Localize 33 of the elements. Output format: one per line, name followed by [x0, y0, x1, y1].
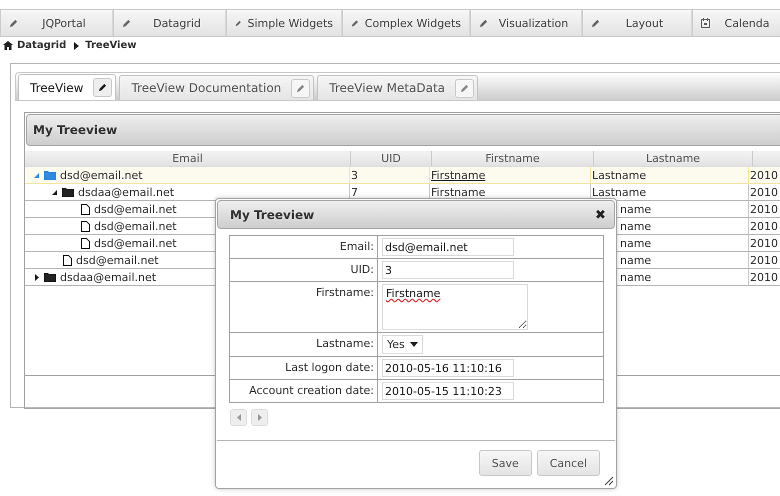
email-text: dsdaa@email.net	[78, 186, 174, 198]
dialog-title: My Treeview	[230, 208, 314, 222]
email-text: dsd@email.net	[94, 220, 177, 232]
date-text: 2010	[750, 254, 778, 266]
lastname-text: Lastname	[592, 168, 646, 182]
email-text: dsd@email.net	[60, 168, 143, 182]
email-text: dsd@email.net	[76, 254, 159, 266]
grid-title: My Treeview	[26, 114, 780, 146]
date-text: 2010	[750, 168, 778, 182]
field-label: UID:	[230, 259, 378, 281]
field-label: Firstname:	[230, 282, 378, 332]
uid-text: 3	[351, 168, 358, 182]
email-text: dsd@email.net	[94, 236, 177, 250]
lastname-text: name	[620, 236, 652, 250]
lastname-text: name	[620, 254, 652, 266]
field-label: Email:	[230, 236, 378, 258]
firstname-text: Firstname	[431, 186, 486, 198]
email-text: dsdaa@email.net	[60, 270, 156, 284]
lastname-text: name	[620, 220, 652, 232]
lastname-text: Lastname	[592, 186, 646, 198]
field-label: Last logon date:	[230, 357, 378, 379]
date-text: 2010	[750, 186, 778, 198]
field-label: Lastname:	[230, 333, 378, 356]
email-text: dsd@email.net	[94, 202, 177, 216]
lastname-text: name	[620, 202, 652, 216]
breadcrumb-current: TreeView	[85, 40, 136, 51]
uid-text: 7	[351, 186, 358, 198]
field-label: Account creation date:	[230, 380, 378, 402]
lastname-text: name	[620, 270, 652, 284]
date-text: 2010	[750, 202, 778, 216]
date-text: 2010	[750, 236, 778, 250]
date-text: 2010	[750, 270, 778, 284]
date-text: 2010	[750, 220, 778, 232]
